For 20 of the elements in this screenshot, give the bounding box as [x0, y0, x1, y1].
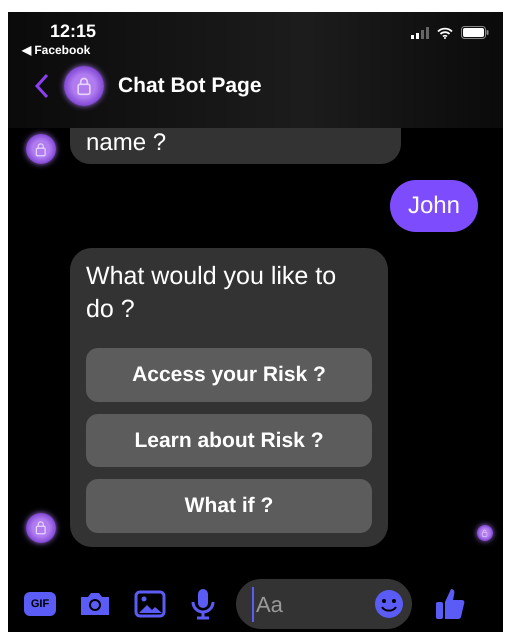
- bot-avatar: [64, 66, 104, 106]
- image-icon[interactable]: [134, 589, 166, 619]
- signal-icon: [411, 26, 429, 38]
- back-chevron-icon[interactable]: [34, 73, 50, 99]
- chat-title: Chat Bot Page: [118, 73, 262, 100]
- wifi-icon: [437, 26, 453, 38]
- quick-reply-button[interactable]: What if ?: [86, 479, 372, 532]
- gif-button[interactable]: GIF: [24, 592, 56, 616]
- emoji-icon[interactable]: [374, 589, 404, 619]
- battery-icon: [461, 26, 489, 39]
- message-field[interactable]: Aa: [236, 579, 412, 629]
- message-bubble: name ?: [70, 128, 401, 164]
- back-to-app-link[interactable]: ◀ Facebook: [22, 42, 96, 58]
- message-bubble: John: [390, 180, 478, 232]
- quick-reply-button[interactable]: Access your Risk ?: [86, 348, 372, 402]
- quick-reply-button[interactable]: Learn about Risk ?: [86, 414, 372, 467]
- message-text: What would you like to do ?: [86, 261, 338, 325]
- status-time: 12:15: [50, 20, 96, 42]
- microphone-icon[interactable]: [190, 588, 216, 620]
- message-input[interactable]: Aa: [252, 586, 374, 622]
